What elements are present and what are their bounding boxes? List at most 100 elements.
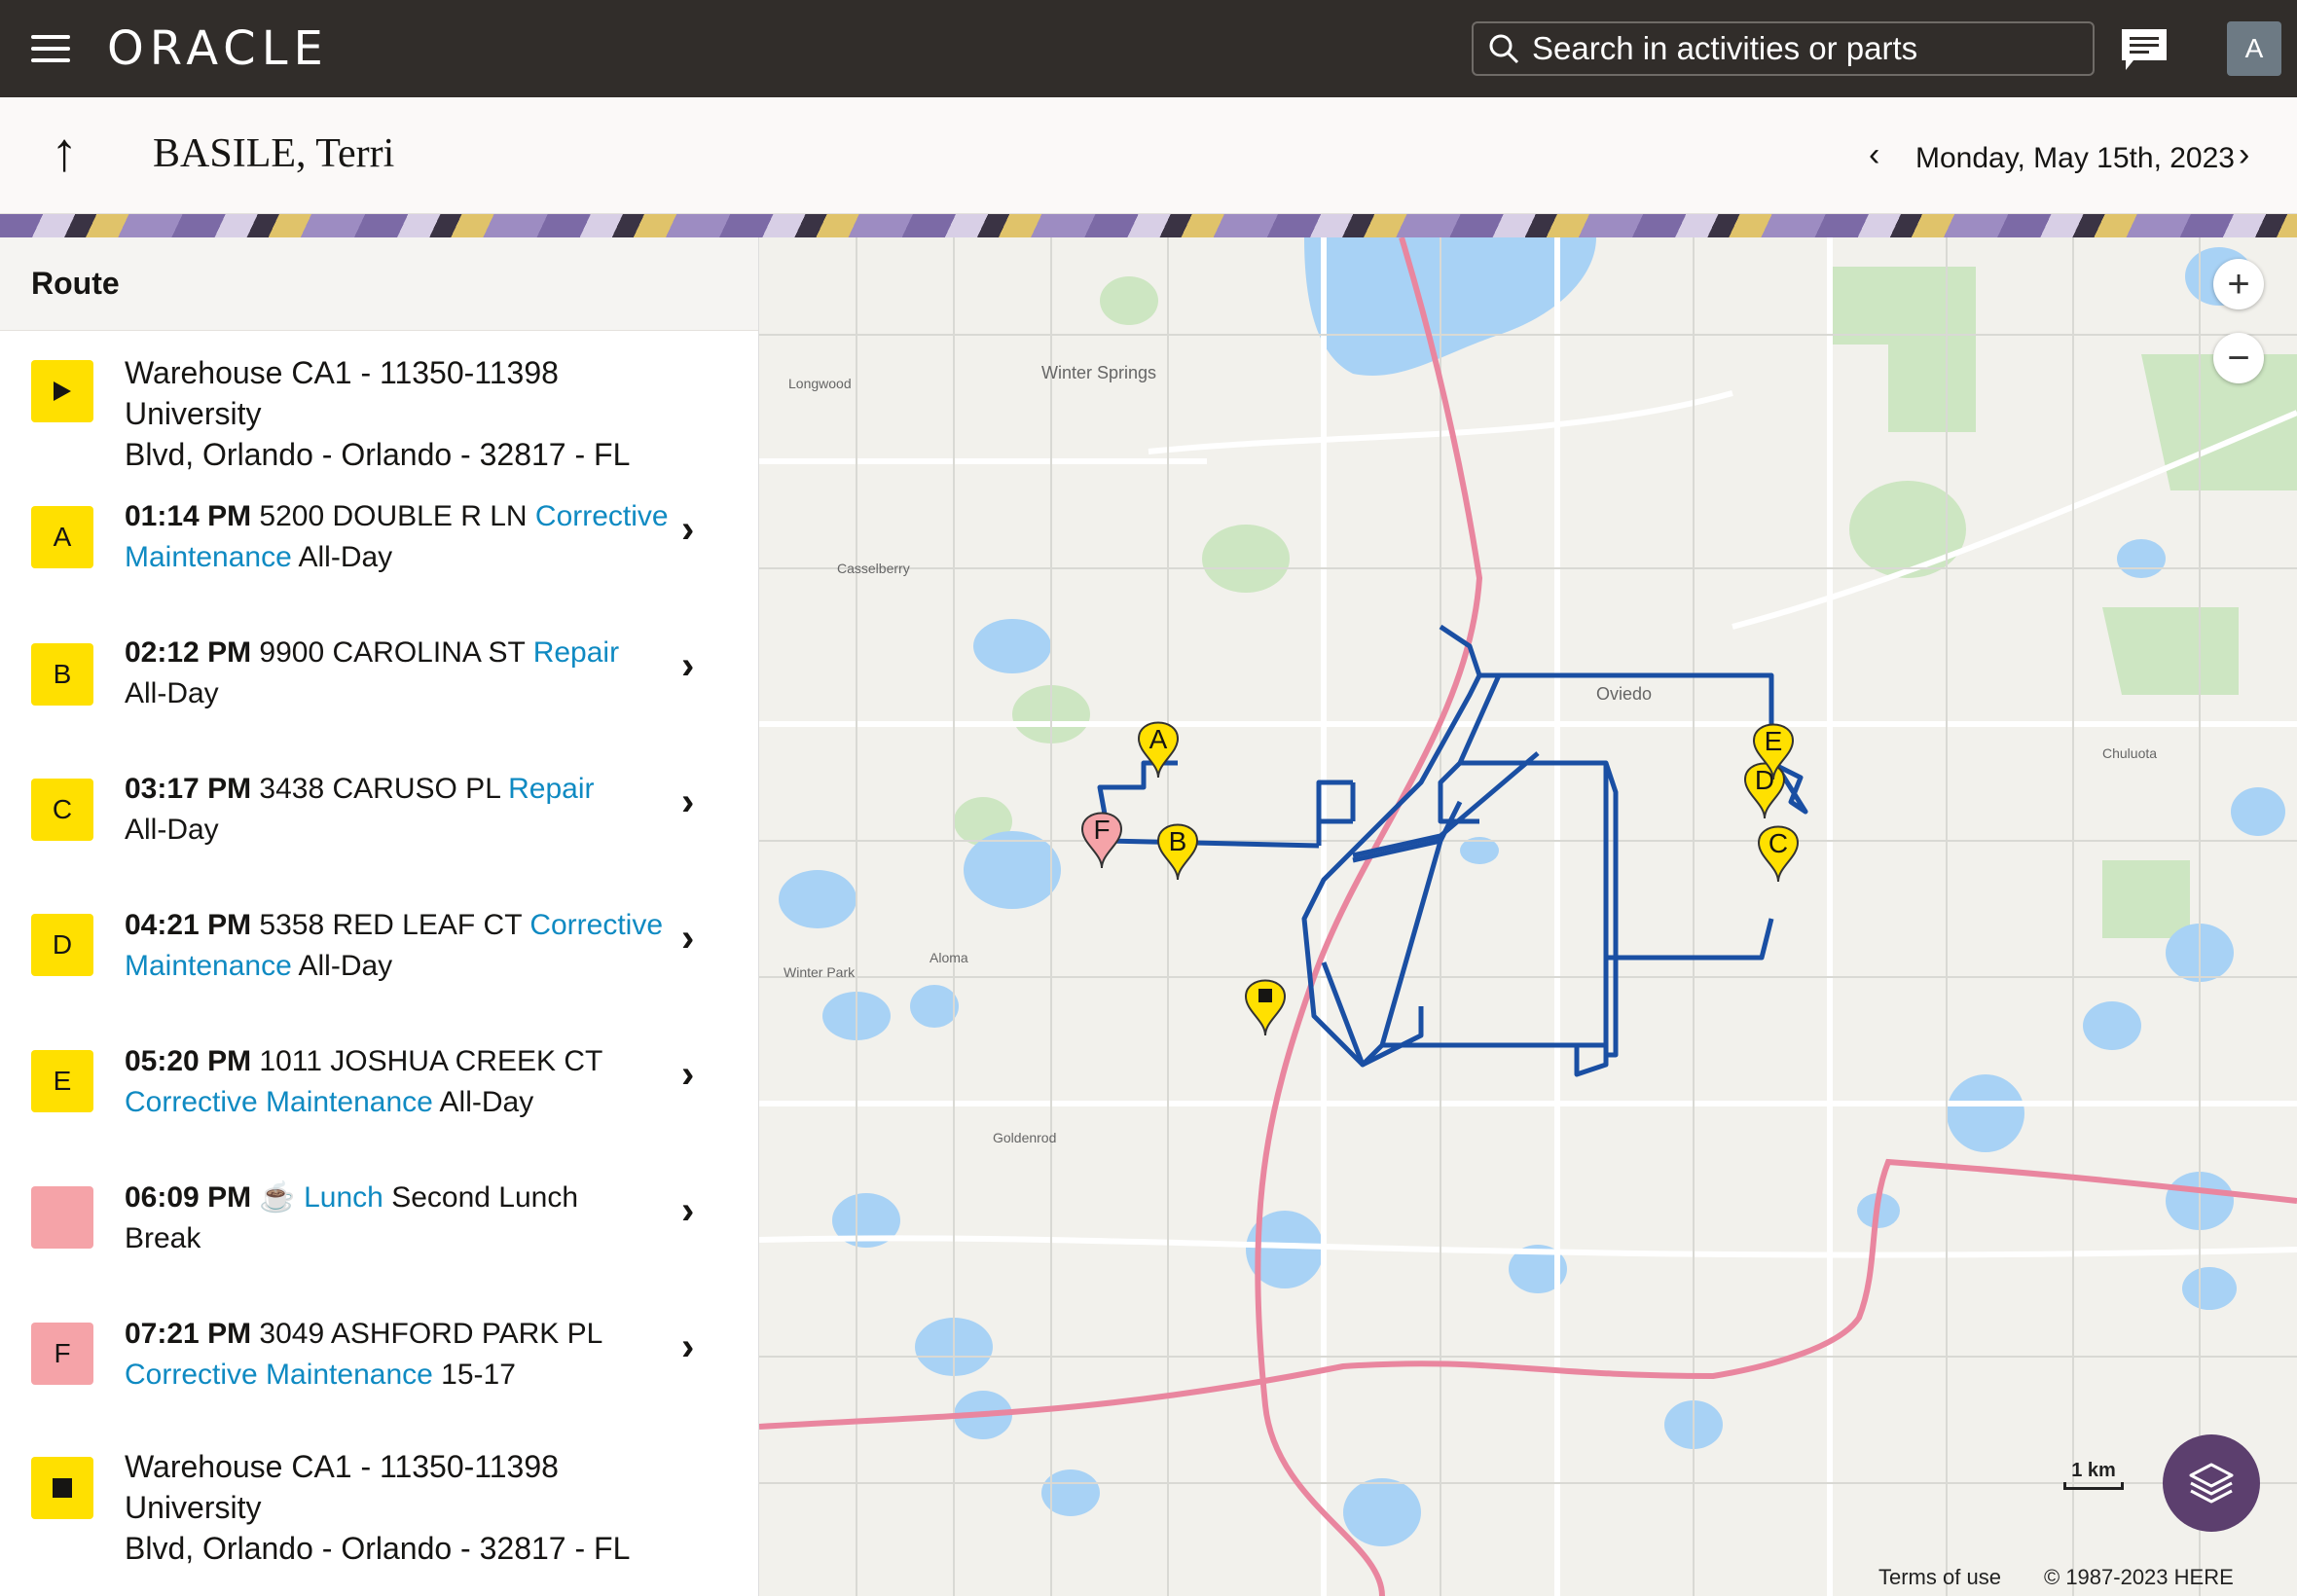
marker-label: E [1765, 726, 1783, 756]
route-item-lunch[interactable]: 06:09 PM ☕ Lunch Second Lunch Break › [0, 1144, 758, 1281]
map-lakes [779, 247, 2285, 1546]
marker-warehouse[interactable] [1244, 979, 1287, 1036]
activity-type-link[interactable]: Repair [533, 636, 619, 669]
activity-address: 3049 ASHFORD PARK PL [259, 1318, 603, 1350]
route-item-text: 03:17 PM 3438 CARUSO PL Repair All-Day [125, 769, 631, 851]
activity-time: 07:21 PM [125, 1318, 252, 1350]
scale-label: 1 km [2071, 1460, 2116, 1481]
route-item-c[interactable]: C 03:17 PM 3438 CARUSO PL Repair All-Day… [0, 736, 758, 872]
activity-time: 06:09 PM [125, 1181, 252, 1214]
route-item-f[interactable]: F 07:21 PM 3049 ASHFORD PARK PL Correcti… [0, 1281, 758, 1417]
chevron-right-icon[interactable]: › [681, 1053, 694, 1097]
oracle-logo: ORACLE [107, 21, 329, 76]
chevron-right-icon[interactable]: › [681, 508, 694, 552]
avatar[interactable]: A [2227, 21, 2281, 76]
route-panel: Route Warehouse CA1 - 11350-11398 Univer… [0, 237, 759, 1596]
search-icon [1489, 34, 1519, 64]
chevron-right-icon[interactable]: › [681, 1325, 694, 1369]
place-label: Oviedo [1596, 684, 1652, 704]
activity-type-link-cont[interactable]: Maintenance [125, 950, 292, 982]
route-start: Warehouse CA1 - 11350-11398 University B… [0, 331, 758, 472]
place-label: Aloma [930, 950, 968, 965]
layers-icon[interactable] [2163, 1434, 2260, 1532]
map-labels: Winter Springs Oviedo Casselberry Longwo… [784, 363, 2157, 1145]
activity-type-link-cont[interactable]: Maintenance [125, 541, 292, 573]
date-label: Monday, May 15th, 2023 [1915, 142, 2235, 174]
route-badge: B [31, 643, 93, 706]
marker-label: B [1169, 826, 1187, 856]
activity-address: 5358 RED LEAF CT [259, 909, 522, 941]
marker-c[interactable]: C [1757, 825, 1800, 883]
place-label: Longwood [788, 376, 852, 391]
coffee-icon: ☕ [259, 1181, 296, 1214]
decorative-banner [0, 214, 2297, 237]
activity-duration: All-Day [439, 1086, 534, 1118]
activity-duration: 15-17 [441, 1359, 516, 1391]
chevron-right-icon[interactable]: › [681, 644, 694, 688]
map-scale: 1 km [2063, 1460, 2124, 1490]
zoom-in-icon[interactable]: + [2213, 259, 2264, 309]
route-item-e[interactable]: E 05:20 PM 1011 JOSHUA CREEK CT Correcti… [0, 1008, 758, 1144]
route-item-text: 06:09 PM ☕ Lunch Second Lunch Break [125, 1178, 631, 1259]
map-copyright: © 1987-2023 HERE [2044, 1565, 2234, 1589]
activity-address: 3438 CARUSO PL [259, 773, 500, 805]
zoom-out-icon[interactable]: − [2213, 333, 2264, 383]
route-map[interactable]: Winter Springs Oviedo Casselberry Longwo… [759, 237, 2297, 1596]
lunch-badge [31, 1186, 93, 1249]
route-badge: F [31, 1323, 93, 1385]
chat-icon[interactable] [2118, 25, 2170, 76]
activity-type-link[interactable]: Corrective [529, 909, 663, 941]
marker-d[interactable]: D [1743, 762, 1786, 819]
start-address-line1: Warehouse CA1 - 11350-11398 University [125, 355, 559, 431]
start-play-icon [31, 360, 93, 422]
place-label: Chuluota [2102, 745, 2157, 761]
route-badge: C [31, 779, 93, 841]
route-item-d[interactable]: D 04:21 PM 5358 RED LEAF CT Corrective M… [0, 872, 758, 1008]
start-address: Warehouse CA1 - 11350-11398 University B… [125, 352, 670, 475]
route-item-b[interactable]: B 02:12 PM 9900 CAROLINA ST Repair All-D… [0, 599, 758, 736]
route-item-text: 07:21 PM 3049 ASHFORD PARK PL Corrective… [125, 1314, 670, 1396]
activity-type-link[interactable]: Corrective Maintenance [125, 1359, 433, 1391]
activity-duration: All-Day [125, 677, 219, 709]
activity-type-link[interactable]: Lunch [304, 1181, 383, 1214]
map-canvas[interactable]: Winter Springs Oviedo Casselberry Longwo… [759, 237, 2297, 1596]
activity-duration: All-Day [125, 814, 219, 846]
activity-address: 5200 DOUBLE R LN [259, 500, 528, 532]
chevron-right-icon[interactable]: › [681, 1189, 694, 1233]
activity-type-link[interactable]: Corrective Maintenance [125, 1086, 433, 1118]
activity-duration: All-Day [298, 950, 393, 982]
chevron-right-icon[interactable]: › [681, 917, 694, 961]
place-label: Casselberry [837, 561, 910, 576]
end-address-line1: Warehouse CA1 - 11350-11398 University [125, 1449, 559, 1525]
route-title: Route [31, 266, 120, 301]
route-badge: E [31, 1050, 93, 1112]
route-item-text: 01:14 PM 5200 DOUBLE R LN Corrective Mai… [125, 496, 670, 578]
next-day-chevron-icon[interactable]: › [2239, 136, 2249, 174]
route-item-text: 02:12 PM 9900 CAROLINA ST Repair All-Day [125, 633, 670, 714]
end-square-icon [31, 1457, 93, 1519]
marker-label: A [1149, 724, 1168, 754]
chevron-right-icon[interactable]: › [681, 780, 694, 824]
route-item-text: 05:20 PM 1011 JOSHUA CREEK CT Corrective… [125, 1041, 670, 1123]
search-placeholder: Search in activities or parts [1532, 30, 1918, 66]
route-item-a[interactable]: A 01:14 PM 5200 DOUBLE R LN Corrective M… [0, 463, 758, 599]
end-address: Warehouse CA1 - 11350-11398 University B… [125, 1446, 670, 1569]
east-west-expressway [759, 1158, 2297, 1430]
activity-time: 04:21 PM [125, 909, 252, 941]
hamburger-menu-icon[interactable] [31, 35, 70, 64]
activity-time: 05:20 PM [125, 1045, 252, 1077]
activity-type-link[interactable]: Corrective [535, 500, 669, 532]
search-input[interactable]: Search in activities or parts [1472, 21, 2095, 76]
previous-day-chevron-icon[interactable]: ‹ [1869, 136, 1879, 174]
marker-b[interactable]: B [1156, 823, 1199, 881]
activity-address: 9900 CAROLINA ST [259, 636, 526, 669]
activity-type-link[interactable]: Repair [508, 773, 594, 805]
activity-address: 1011 JOSHUA CREEK CT [259, 1045, 603, 1077]
place-label: Winter Park [784, 964, 856, 980]
place-label: Winter Springs [1041, 363, 1156, 382]
terms-link[interactable]: Terms of use [1878, 1565, 2001, 1590]
marker-f[interactable]: F [1080, 812, 1123, 869]
page-header: ↑ BASILE, Terri ‹ Monday, May 15th, 2023… [0, 97, 2297, 214]
up-arrow-icon[interactable]: ↑ [51, 125, 78, 179]
marker-label: C [1768, 828, 1788, 858]
